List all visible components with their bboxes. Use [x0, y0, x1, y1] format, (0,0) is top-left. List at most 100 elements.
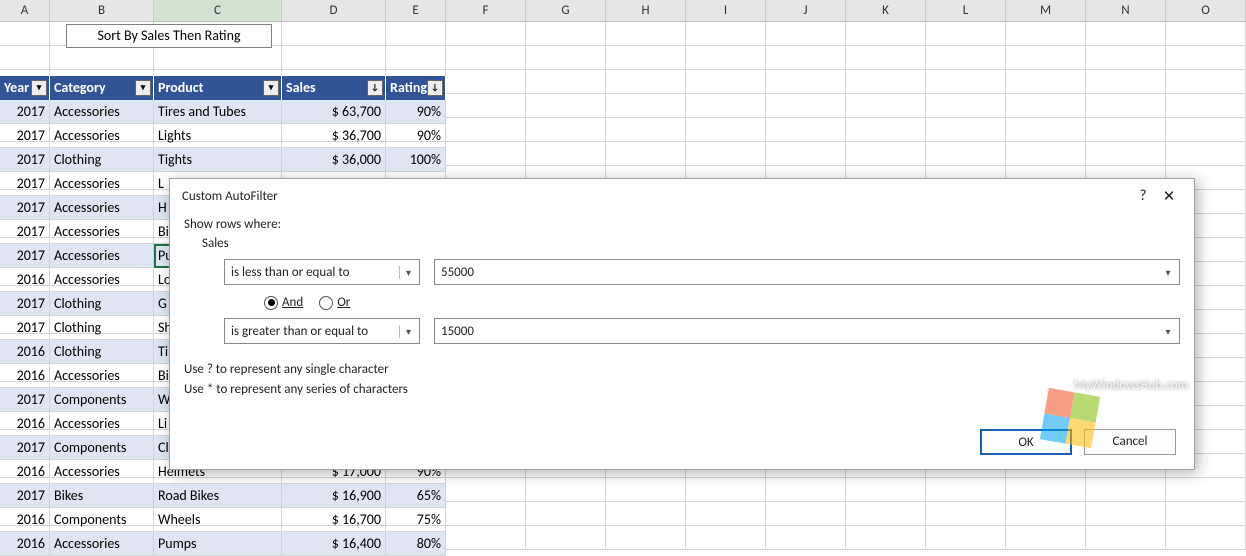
grid-cell[interactable] [386, 22, 446, 46]
cell-year[interactable]: 2016 [0, 532, 50, 556]
grid-cell[interactable] [686, 22, 766, 46]
cell-year[interactable]: 2017 [0, 124, 50, 148]
grid-cell[interactable] [766, 46, 846, 70]
cell-sales[interactable]: $ 16,700 [282, 508, 386, 532]
grid-cell[interactable] [846, 142, 926, 166]
grid-cell[interactable] [1166, 142, 1246, 166]
sort-button[interactable]: Sort By Sales Then Rating [66, 24, 272, 48]
cell-product[interactable]: Tights [154, 148, 282, 172]
cell-year[interactable]: 2016 [0, 508, 50, 532]
grid-cell[interactable] [606, 70, 686, 94]
close-icon[interactable]: ✕ [1156, 187, 1182, 206]
grid-cell[interactable] [846, 46, 926, 70]
column-header-H[interactable]: H [606, 0, 686, 21]
grid-cell[interactable] [846, 94, 926, 118]
cell-year[interactable]: 2017 [0, 220, 50, 244]
grid-cell[interactable] [526, 478, 606, 502]
value-2-input[interactable]: 15000 ▾ [434, 318, 1180, 344]
grid-cell[interactable] [1006, 526, 1086, 550]
column-header-L[interactable]: L [926, 0, 1006, 21]
cell-year[interactable]: 2017 [0, 436, 50, 460]
cell-category[interactable]: Accessories [50, 124, 154, 148]
cell-category[interactable]: Accessories [50, 460, 154, 484]
column-header-B[interactable]: B [50, 0, 154, 21]
cell-category[interactable]: Components [50, 436, 154, 460]
grid-cell[interactable] [446, 526, 526, 550]
grid-cell[interactable] [766, 142, 846, 166]
value-1-input[interactable]: 55000 ▾ [434, 259, 1180, 285]
cell-year[interactable]: 2016 [0, 340, 50, 364]
operator-2-dropdown[interactable]: is greater than or equal to ▾ [224, 318, 420, 344]
grid-cell[interactable] [282, 46, 386, 70]
grid-cell[interactable] [926, 70, 1006, 94]
grid-cell[interactable] [0, 22, 50, 46]
column-header-N[interactable]: N [1086, 0, 1166, 21]
ok-button[interactable]: OK [980, 429, 1072, 455]
filter-dropdown-icon[interactable]: ▾ [135, 80, 151, 96]
grid-cell[interactable] [526, 118, 606, 142]
grid-cell[interactable] [926, 118, 1006, 142]
grid-cell[interactable] [846, 70, 926, 94]
cell-category[interactable]: Accessories [50, 172, 154, 196]
and-radio[interactable]: And [264, 295, 303, 310]
grid-cell[interactable] [686, 502, 766, 526]
header-category[interactable]: Category ▾ [50, 76, 154, 100]
column-header-F[interactable]: F [446, 0, 526, 21]
table-row[interactable]: 2017ClothingTights$ 36,000100% [0, 148, 446, 172]
grid-cell[interactable] [1006, 70, 1086, 94]
grid-cell[interactable] [606, 46, 686, 70]
cell-year[interactable]: 2017 [0, 484, 50, 508]
table-row[interactable]: 2017AccessoriesTires and Tubes$ 63,70090… [0, 100, 446, 124]
grid-cell[interactable] [686, 478, 766, 502]
or-radio[interactable]: Or [319, 295, 350, 310]
grid-cell[interactable] [1006, 118, 1086, 142]
column-header-C[interactable]: C [154, 0, 282, 21]
cell-category[interactable]: Components [50, 388, 154, 412]
cell-year[interactable]: 2017 [0, 292, 50, 316]
grid-cell[interactable] [1086, 46, 1166, 70]
grid-cell[interactable] [1166, 70, 1246, 94]
grid-cell[interactable] [606, 526, 686, 550]
grid-cell[interactable] [1086, 22, 1166, 46]
grid-cell[interactable] [526, 502, 606, 526]
grid-cell[interactable] [846, 502, 926, 526]
grid-cell[interactable] [446, 502, 526, 526]
cell-sales[interactable]: $ 36,000 [282, 148, 386, 172]
cell-year[interactable]: 2016 [0, 412, 50, 436]
cancel-button[interactable]: Cancel [1084, 429, 1176, 455]
cell-category[interactable]: Clothing [50, 148, 154, 172]
grid-cell[interactable] [282, 22, 386, 46]
grid-cell[interactable] [154, 46, 282, 70]
grid-cell[interactable] [526, 94, 606, 118]
cell-year[interactable]: 2017 [0, 388, 50, 412]
grid-cell[interactable] [1086, 502, 1166, 526]
cell-product[interactable]: Road Bikes [154, 484, 282, 508]
grid-cell[interactable] [606, 118, 686, 142]
cell-rating[interactable]: 75% [386, 508, 446, 532]
grid-cell[interactable] [526, 46, 606, 70]
grid-cell[interactable] [926, 22, 1006, 46]
cell-year[interactable]: 2016 [0, 460, 50, 484]
cell-rating[interactable]: 90% [386, 124, 446, 148]
cell-year[interactable]: 2016 [0, 268, 50, 292]
grid-cell[interactable] [846, 22, 926, 46]
cell-category[interactable]: Accessories [50, 364, 154, 388]
grid-cell[interactable] [446, 118, 526, 142]
grid-cell[interactable] [1086, 70, 1166, 94]
table-row[interactable]: 2016AccessoriesPumps$ 16,40080% [0, 532, 446, 556]
cell-category[interactable]: Accessories [50, 412, 154, 436]
cell-category[interactable]: Accessories [50, 268, 154, 292]
grid-cell[interactable] [1086, 526, 1166, 550]
grid-cell[interactable] [846, 526, 926, 550]
grid-cell[interactable] [766, 502, 846, 526]
grid-cell[interactable] [1086, 478, 1166, 502]
filter-dropdown-icon[interactable]: ▾ [263, 80, 279, 96]
grid-cell[interactable] [766, 118, 846, 142]
grid-cell[interactable] [606, 22, 686, 46]
cell-rating[interactable]: 90% [386, 100, 446, 124]
cell-rating[interactable]: 100% [386, 148, 446, 172]
cell-category[interactable]: Components [50, 508, 154, 532]
grid-cell[interactable] [926, 526, 1006, 550]
grid-cell[interactable] [1006, 502, 1086, 526]
cell-sales[interactable]: $ 16,400 [282, 532, 386, 556]
